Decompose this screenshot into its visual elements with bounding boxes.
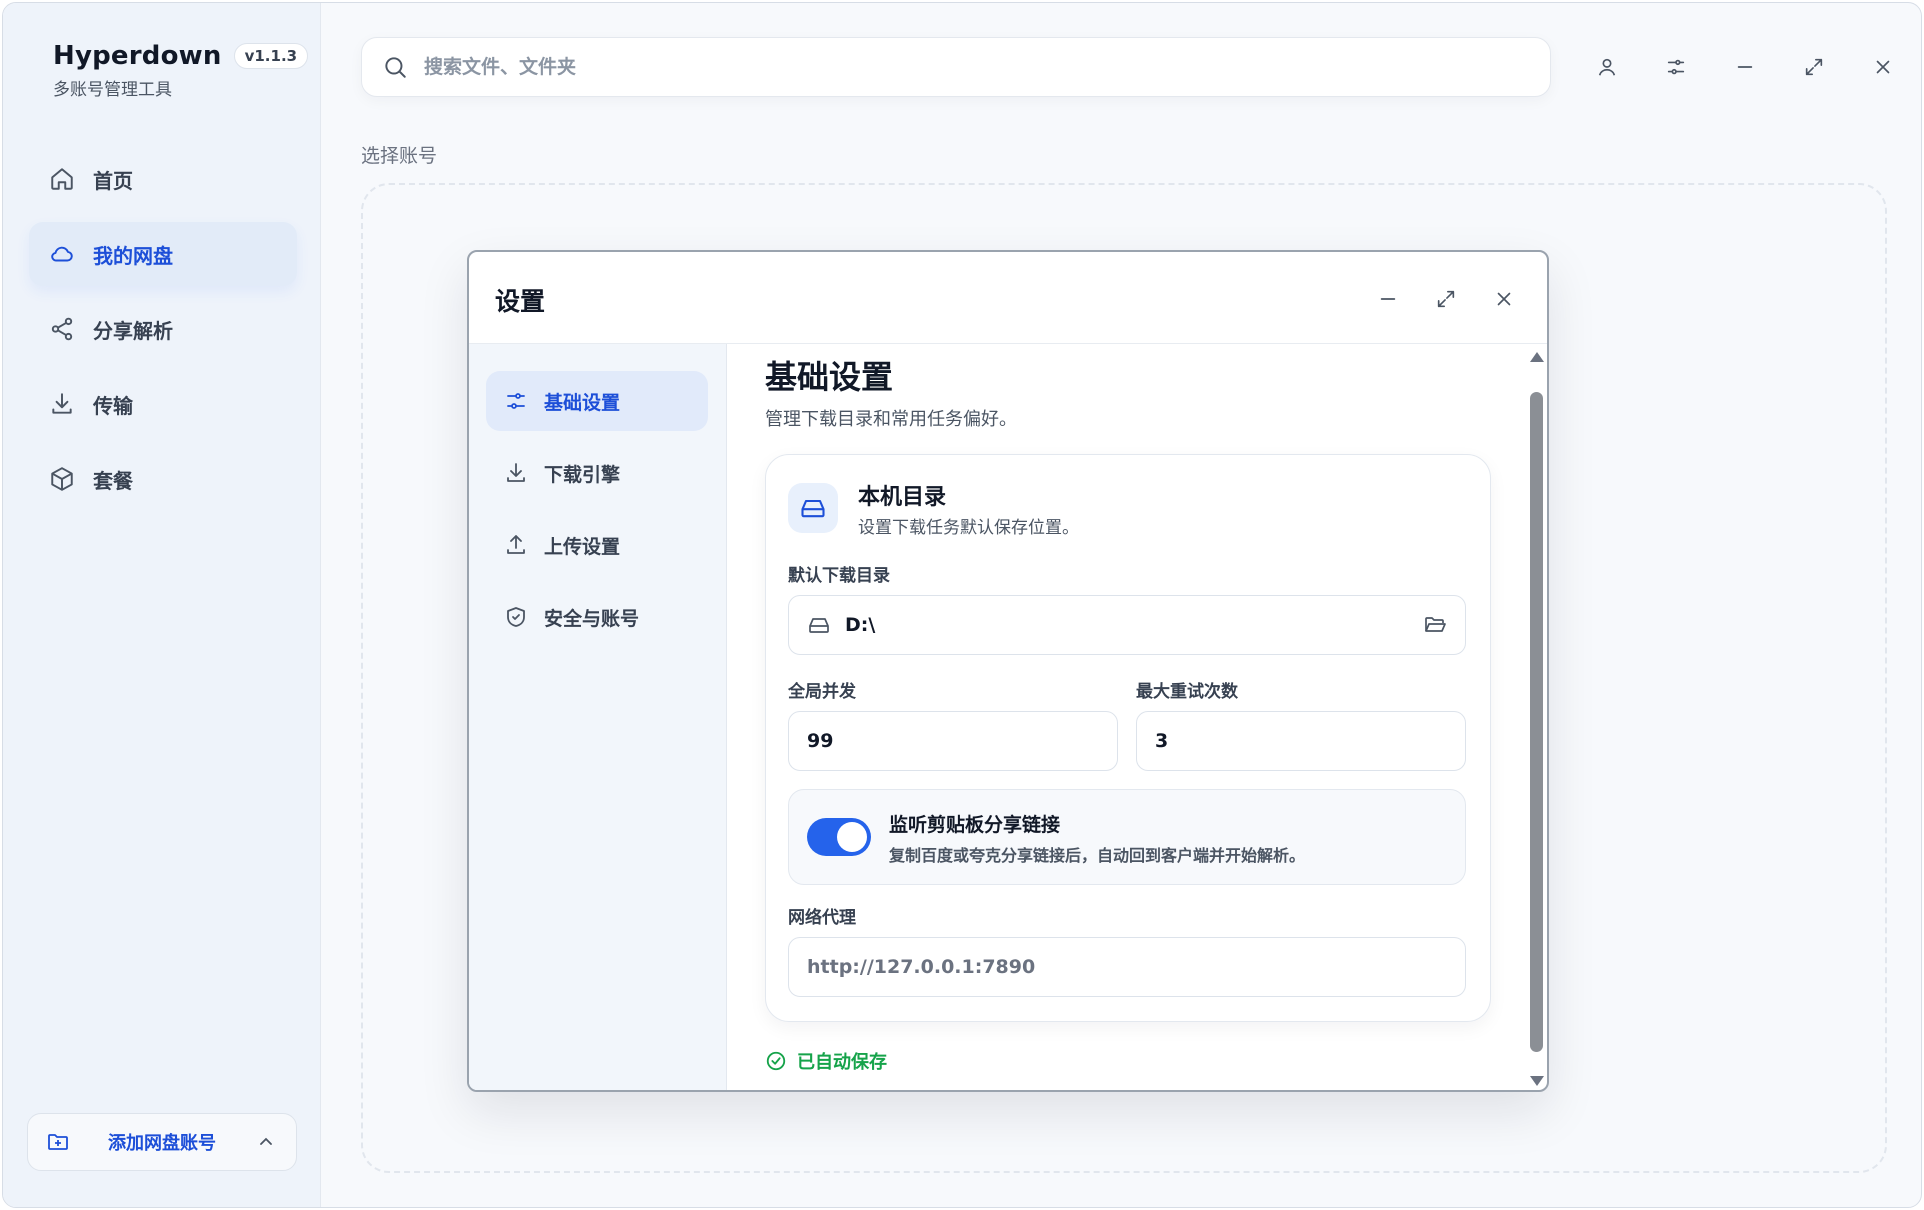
close-icon: [1497, 292, 1511, 306]
folder-plus-icon: [48, 1134, 68, 1150]
window-controls: [1589, 49, 1921, 85]
settings-tab-download-engine[interactable]: 下载引擎: [486, 443, 708, 503]
default-dir-field[interactable]: D:\: [788, 595, 1466, 655]
search-icon: [385, 57, 406, 78]
retry-field[interactable]: 3: [1136, 711, 1466, 771]
user-icon: [1598, 58, 1616, 76]
content-description: 管理下载目录和常用任务偏好。: [765, 409, 1017, 430]
scroll-down-arrow[interactable]: [1530, 1076, 1544, 1086]
clipboard-description: 复制百度或夸克分享链接后，自动回到客户端并开始解析。: [889, 846, 1306, 865]
minimize-icon: [1380, 298, 1396, 300]
filter-button[interactable]: [1658, 49, 1694, 85]
clipboard-toggle[interactable]: [807, 818, 871, 856]
retry-value: 3: [1155, 730, 1169, 752]
card-title: 本机目录: [858, 485, 947, 510]
toggle-knob: [837, 822, 867, 852]
sidebar-item-transfer[interactable]: 传输: [29, 372, 297, 436]
sidebar-item-home[interactable]: 首页: [29, 147, 297, 211]
hard-drive-icon: [809, 618, 829, 633]
settings-tab-basic[interactable]: 基础设置: [486, 371, 708, 431]
settings-sidebar: 基础设置 下载引擎 上传设置 安全与账号: [469, 344, 727, 1090]
sidebar-item-label: 套餐: [93, 468, 133, 493]
proxy-label: 网络代理: [788, 908, 856, 928]
content-title: 基础设置: [765, 358, 894, 396]
sidebar-item-label: 我的网盘: [93, 243, 173, 268]
minimize-icon: [1737, 66, 1753, 68]
sidebar-item-label: 分享解析: [93, 318, 173, 343]
settings-tab-security[interactable]: 安全与账号: [486, 587, 708, 647]
sidebar: Hyperdown v1.1.3 多账号管理工具 首页 我的网盘 分享解析 传输: [3, 3, 321, 1207]
clipboard-monitor-setting: 监听剪贴板分享链接 复制百度或夸克分享链接后，自动回到客户端并开始解析。: [788, 789, 1466, 885]
settings-tab-label: 安全与账号: [544, 607, 640, 630]
add-account-button[interactable]: 添加网盘账号: [27, 1113, 297, 1171]
auto-save-status: 已自动保存: [765, 1048, 887, 1074]
add-account-label: 添加网盘账号: [108, 1133, 216, 1154]
concurrency-field[interactable]: 99: [788, 711, 1118, 771]
settings-minimize-button[interactable]: [1371, 282, 1405, 316]
sidebar-item-label: 首页: [93, 168, 133, 193]
sidebar-nav: 首页 我的网盘 分享解析 传输 套餐: [29, 147, 297, 522]
settings-maximize-button[interactable]: [1429, 282, 1463, 316]
search-input[interactable]: [424, 56, 1324, 78]
settings-tab-upload[interactable]: 上传设置: [486, 515, 708, 575]
settings-title: 设置: [495, 287, 546, 316]
minimize-button[interactable]: [1727, 49, 1763, 85]
maximize-button[interactable]: [1796, 49, 1832, 85]
home-icon: [51, 168, 73, 190]
upload-icon: [507, 535, 525, 554]
sidebar-item-share-parse[interactable]: 分享解析: [29, 297, 297, 361]
default-dir-label: 默认下载目录: [788, 566, 890, 586]
download-icon: [52, 393, 72, 414]
proxy-field[interactable]: [788, 937, 1466, 997]
search-bar[interactable]: [361, 37, 1551, 97]
settings-tab-label: 上传设置: [544, 535, 621, 558]
app-subtitle: 多账号管理工具: [53, 80, 172, 100]
settings-tab-label: 下载引擎: [544, 463, 621, 486]
proxy-input[interactable]: [807, 956, 1447, 978]
sliders-icon: [507, 393, 525, 409]
settings-tab-label: 基础设置: [544, 391, 621, 414]
version-badge: v1.1.3: [233, 43, 309, 69]
drive-icon-badge: [788, 483, 838, 533]
section-label: 选择账号: [361, 145, 438, 167]
scroll-up-arrow[interactable]: [1530, 352, 1544, 362]
auto-save-label: 已自动保存: [797, 1052, 887, 1073]
cloud-icon: [51, 246, 73, 262]
settings-dialog: 设置 基础设置 下载引擎 上传设置 安全与账号 基础设置 管理下载目录和常用任务…: [467, 250, 1549, 1092]
hard-drive-icon: [801, 499, 825, 518]
settings-nav: 基础设置 下载引擎 上传设置 安全与账号: [486, 371, 708, 659]
concurrency-label: 全局并发: [788, 682, 856, 702]
settings-scrollbar[interactable]: [1527, 344, 1547, 1090]
default-dir-value: D:\: [845, 614, 876, 636]
user-button[interactable]: [1589, 49, 1625, 85]
scroll-thumb[interactable]: [1530, 392, 1543, 1052]
download-icon: [507, 463, 525, 482]
folder-open-icon[interactable]: [1423, 613, 1447, 637]
sidebar-item-label: 传输: [93, 393, 133, 418]
maximize-icon: [1437, 290, 1455, 308]
close-button[interactable]: [1865, 49, 1901, 85]
shield-icon: [507, 607, 525, 627]
retry-label: 最大重试次数: [1136, 682, 1238, 702]
settings-content: 基础设置 管理下载目录和常用任务偏好。 本机目录 设置下载任务默认保存位置。 默…: [727, 344, 1517, 1090]
concurrency-value: 99: [807, 730, 834, 752]
clipboard-title: 监听剪贴板分享链接: [889, 814, 1061, 836]
chevron-up-icon[interactable]: [254, 1130, 278, 1154]
settings-header: 设置: [469, 252, 1547, 344]
check-circle-icon: [766, 1051, 786, 1071]
local-directory-card: 本机目录 设置下载任务默认保存位置。 默认下载目录 D:\ 全局并发 99 最大…: [765, 454, 1491, 1022]
settings-close-button[interactable]: [1487, 282, 1521, 316]
app-window: Hyperdown v1.1.3 多账号管理工具 首页 我的网盘 分享解析 传输: [2, 2, 1922, 1208]
sidebar-item-my-drive[interactable]: 我的网盘: [29, 222, 297, 286]
maximize-icon: [1805, 58, 1823, 76]
package-icon: [51, 467, 73, 491]
sidebar-item-package[interactable]: 套餐: [29, 447, 297, 511]
settings-window-controls: [1371, 282, 1521, 316]
brand: Hyperdown v1.1.3 多账号管理工具: [53, 41, 309, 100]
card-subtitle: 设置下载任务默认保存位置。: [858, 518, 1079, 538]
app-name: Hyperdown: [53, 41, 222, 71]
close-icon: [1876, 60, 1890, 74]
filter-icon: [1667, 59, 1685, 75]
share-icon: [51, 317, 73, 341]
